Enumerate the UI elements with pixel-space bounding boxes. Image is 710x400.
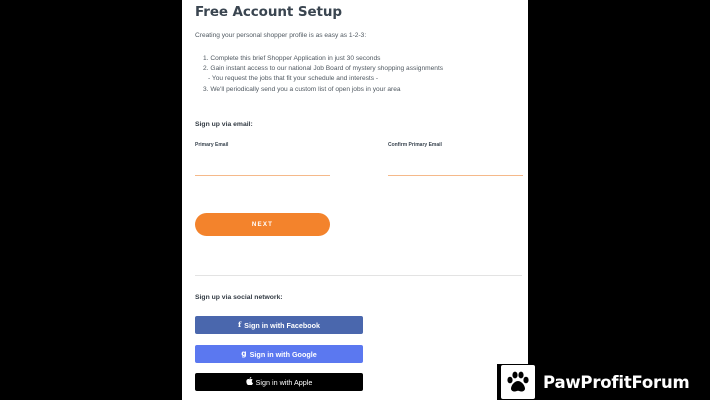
page-title: Free Account Setup <box>195 4 342 20</box>
step-3: 3. We'll periodically send you a custom … <box>203 85 401 93</box>
section-divider <box>195 275 522 276</box>
step-2: 2. Gain instant access to our national J… <box>203 65 444 73</box>
facebook-signin-button[interactable]: f Sign in with Facebook <box>195 316 363 334</box>
facebook-icon: f <box>237 320 242 330</box>
google-icon: g <box>241 349 247 359</box>
facebook-signin-label: Sign in with Facebook <box>244 320 321 330</box>
email-signup-heading: Sign up via email: <box>195 121 253 128</box>
watermark-brand: PawProfitForum <box>543 372 690 392</box>
apple-signin-label: Sign in with Apple <box>255 377 313 387</box>
intro-text: Creating your personal shopper profile i… <box>195 32 367 39</box>
paw-icon <box>501 365 535 399</box>
step-1: 1. Complete this brief Shopper Applicati… <box>203 55 381 62</box>
steps-list: 1. Complete this brief Shopper Applicati… <box>203 54 443 95</box>
primary-email-label: Primary Email <box>195 142 229 148</box>
apple-icon <box>245 377 253 387</box>
google-signin-label: Sign in with Google <box>249 349 317 359</box>
watermark-badge: PawProfitForum <box>497 364 710 400</box>
apple-signin-button[interactable]: Sign in with Apple <box>195 373 363 391</box>
social-signup-heading: Sign up via social network: <box>195 294 283 301</box>
next-button[interactable]: NEXT <box>195 213 330 236</box>
confirm-email-field[interactable] <box>388 154 523 176</box>
signup-panel: Free Account Setup Creating your persona… <box>182 0 528 400</box>
google-signin-button[interactable]: g Sign in with Google <box>195 345 363 363</box>
primary-email-field[interactable] <box>195 154 330 176</box>
confirm-email-label: Confirm Primary Email <box>388 142 442 148</box>
step-2-note: - You request the jobs that fit your sch… <box>208 75 379 83</box>
